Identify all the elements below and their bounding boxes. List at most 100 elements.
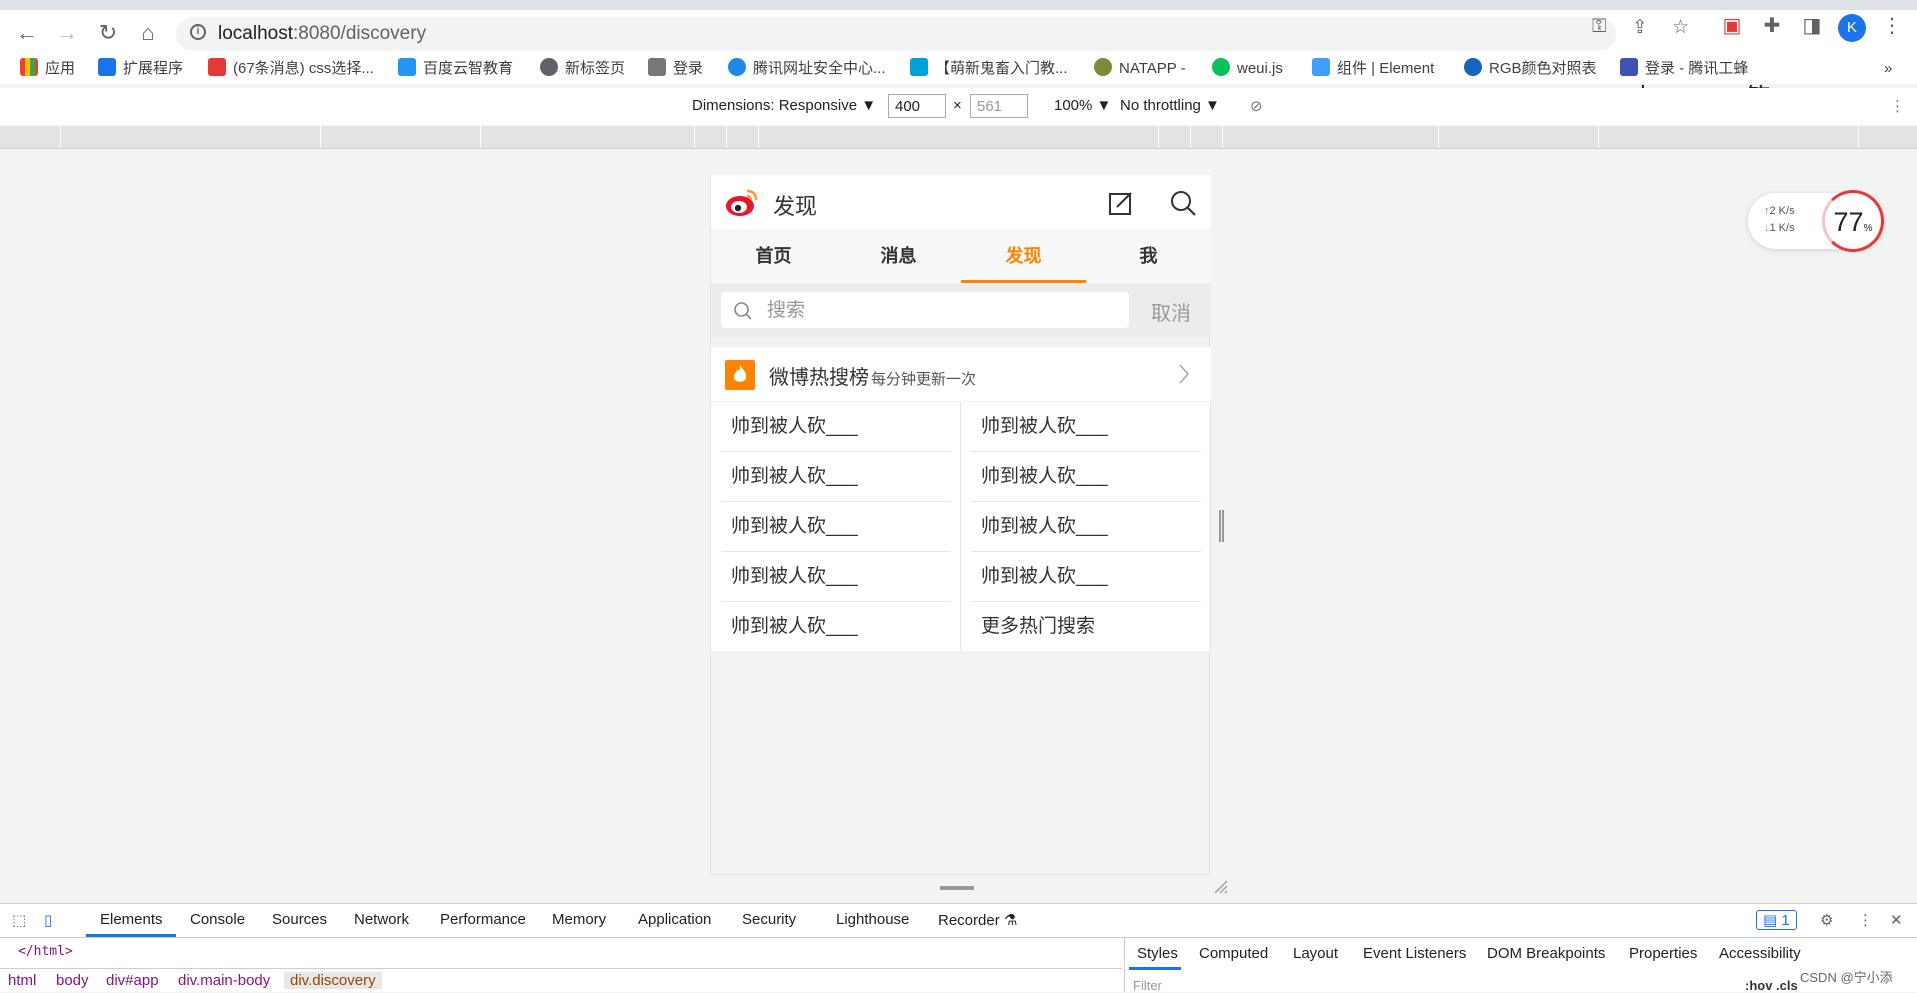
url-text[interactable]: localhost:8080/discovery [218, 23, 426, 45]
tab-properties[interactable]: Properties [1629, 945, 1697, 962]
tab-lighthouse[interactable]: Lighthouse [836, 911, 909, 928]
hot-item[interactable]: 帅到被人砍___ [971, 552, 1201, 602]
tab-network[interactable]: Network [354, 911, 409, 928]
search-box[interactable] [721, 292, 1129, 328]
bookmark-login[interactable]: 登录 [648, 58, 703, 80]
hot-search-title: 微博热搜榜 每分钟更新一次 [769, 367, 977, 389]
bookmark-baidu-cloud[interactable]: 百度云智教育 [398, 58, 513, 80]
tab-accessibility[interactable]: Accessibility [1719, 945, 1801, 962]
mobile-viewport: 发现 首页 消息 发现 我 取消 微博热搜榜每分钟更新一次 [710, 175, 1211, 875]
bookmark-weui[interactable]: weui.js [1212, 58, 1283, 80]
close-icon[interactable]: ✕ [1890, 911, 1903, 929]
hot-item[interactable]: 帅到被人砍___ [971, 452, 1201, 502]
tab-event-listeners[interactable]: Event Listeners [1363, 945, 1466, 962]
bookmark-bilibili[interactable]: 【萌新鬼畜入门教... [910, 58, 1068, 80]
tab-computed[interactable]: Computed [1199, 945, 1268, 962]
tab-sources[interactable]: Sources [272, 911, 327, 928]
tab-home[interactable]: 首页 [711, 229, 836, 283]
breadcrumb-html[interactable]: html [8, 972, 36, 989]
zoom-select[interactable]: 100% ▼ [1054, 97, 1111, 114]
image-icon [648, 58, 666, 76]
address-bar[interactable]: i localhost:8080/discovery [176, 17, 1616, 51]
styles-panel: Styles Computed Layout Event Listeners D… [1124, 938, 1917, 993]
hot-item[interactable]: 帅到被人砍___ [971, 402, 1201, 452]
bookmark-tencent-git[interactable]: 登录 - 腾讯工蜂 [1620, 58, 1748, 80]
site-info-icon[interactable]: i [190, 24, 206, 40]
hot-search-header[interactable]: 微博热搜榜 每分钟更新一次 [711, 347, 1211, 401]
back-icon[interactable]: ← [16, 22, 38, 44]
tab-recorder[interactable]: Recorder ⚗ [938, 911, 1017, 929]
tab-memory[interactable]: Memory [552, 911, 606, 928]
device-toolbar: Dimensions: Responsive ▼ 400 × 561 100% … [0, 88, 1917, 125]
star-icon[interactable]: ☆ [1672, 16, 1689, 39]
tab-dom-breakpoints[interactable]: DOM Breakpoints [1487, 945, 1605, 962]
weibo-logo-icon[interactable] [725, 187, 759, 217]
bookmark-apps[interactable]: 应用 [20, 58, 75, 80]
hot-item[interactable]: 帅到被人砍___ [721, 452, 951, 502]
height-input[interactable]: 561 [970, 94, 1028, 118]
graduation-icon [398, 58, 416, 76]
gear-icon[interactable]: ⚙ [1820, 911, 1833, 929]
search-input[interactable] [765, 296, 1119, 326]
bookmark-newtab[interactable]: 新标签页 [540, 58, 625, 80]
hot-item[interactable]: 帅到被人砍___ [721, 402, 951, 452]
bookmark-element[interactable]: 组件 | Element [1312, 58, 1434, 80]
tab-console[interactable]: Console [190, 911, 245, 928]
throttle-select[interactable]: No throttling ▼ [1120, 97, 1220, 114]
tab-me[interactable]: 我 [1086, 229, 1211, 283]
tab-security[interactable]: Security [742, 911, 796, 928]
more-hot-search-link[interactable]: 更多热门搜索 [971, 602, 1201, 652]
tab-application[interactable]: Application [638, 911, 711, 928]
menu-icon[interactable]: ⋮ [1880, 14, 1904, 38]
breadcrumb-app[interactable]: div#app [106, 972, 159, 989]
dom-line[interactable]: </html> [18, 944, 73, 959]
tab-performance[interactable]: Performance [440, 911, 526, 928]
share-icon[interactable]: ⇪ [1632, 16, 1648, 39]
issues-badge[interactable]: ▤ 1 [1756, 910, 1797, 930]
compose-icon[interactable] [1107, 189, 1135, 217]
more-icon[interactable]: ⋮ [1858, 911, 1873, 929]
natapp-icon [1094, 58, 1112, 76]
media-query-ruler[interactable] [0, 126, 1917, 149]
bookmark-rgb[interactable]: RGB颜色对照表 [1464, 58, 1597, 80]
device-toggle-icon[interactable]: ▯ [44, 911, 52, 929]
tab-layout[interactable]: Layout [1293, 945, 1338, 962]
inspect-icon[interactable]: ⬚ [12, 911, 26, 929]
resize-handle-right[interactable] [1219, 510, 1224, 542]
sidepanel-icon[interactable]: ◨ [1800, 14, 1824, 38]
tencent-git-icon [1620, 58, 1638, 76]
reload-icon[interactable]: ↻ [97, 22, 119, 44]
breadcrumb-body[interactable]: body [56, 972, 89, 989]
more-bookmarks-button[interactable]: » [1884, 58, 1892, 80]
dimensions-select[interactable]: Dimensions: Responsive ▼ [692, 97, 876, 114]
hot-item[interactable]: 帅到被人砍___ [721, 502, 951, 552]
bookmark-tencent-safe[interactable]: 腾讯网址安全中心... [728, 58, 886, 80]
tab-discover[interactable]: 发现 [961, 229, 1086, 283]
home-icon[interactable]: ⌂ [137, 22, 159, 44]
tab-styles[interactable]: Styles [1137, 945, 1178, 962]
tab-elements[interactable]: Elements [100, 911, 163, 928]
bookmark-extensions[interactable]: 扩展程序 [98, 58, 183, 80]
hot-item[interactable]: 帅到被人砍___ [971, 502, 1201, 552]
forward-icon[interactable]: → [56, 22, 78, 44]
key-icon[interactable]: ⚿ [1592, 16, 1606, 38]
bookmark-natapp[interactable]: NATAPP - [1094, 58, 1186, 80]
search-icon[interactable] [1169, 189, 1197, 217]
breadcrumb-discovery[interactable]: div.discovery [284, 972, 382, 989]
rotate-icon[interactable]: ⊘ [1250, 97, 1263, 115]
puzzle-icon[interactable]: ✚ [1760, 14, 1784, 38]
avatar[interactable]: K [1838, 14, 1866, 42]
hot-item[interactable]: 帅到被人砍___ [721, 552, 951, 602]
extension-red-icon[interactable]: ▣ [1720, 14, 1744, 38]
resize-handle-bottom[interactable] [940, 886, 974, 890]
memory-gauge[interactable]: 77% [1822, 190, 1884, 252]
breadcrumb-main-body[interactable]: div.main-body [178, 972, 270, 989]
csdn-icon [208, 58, 226, 76]
cancel-button[interactable]: 取消 [1141, 297, 1201, 326]
tab-messages[interactable]: 消息 [836, 229, 961, 283]
bookmark-csdn[interactable]: (67条消息) css选择... [208, 58, 374, 80]
device-menu-icon[interactable]: ⋮ [1890, 97, 1905, 115]
resize-handle-corner[interactable] [1214, 880, 1228, 894]
hot-item[interactable]: 帅到被人砍___ [721, 602, 951, 652]
width-input[interactable]: 400 [888, 94, 946, 118]
